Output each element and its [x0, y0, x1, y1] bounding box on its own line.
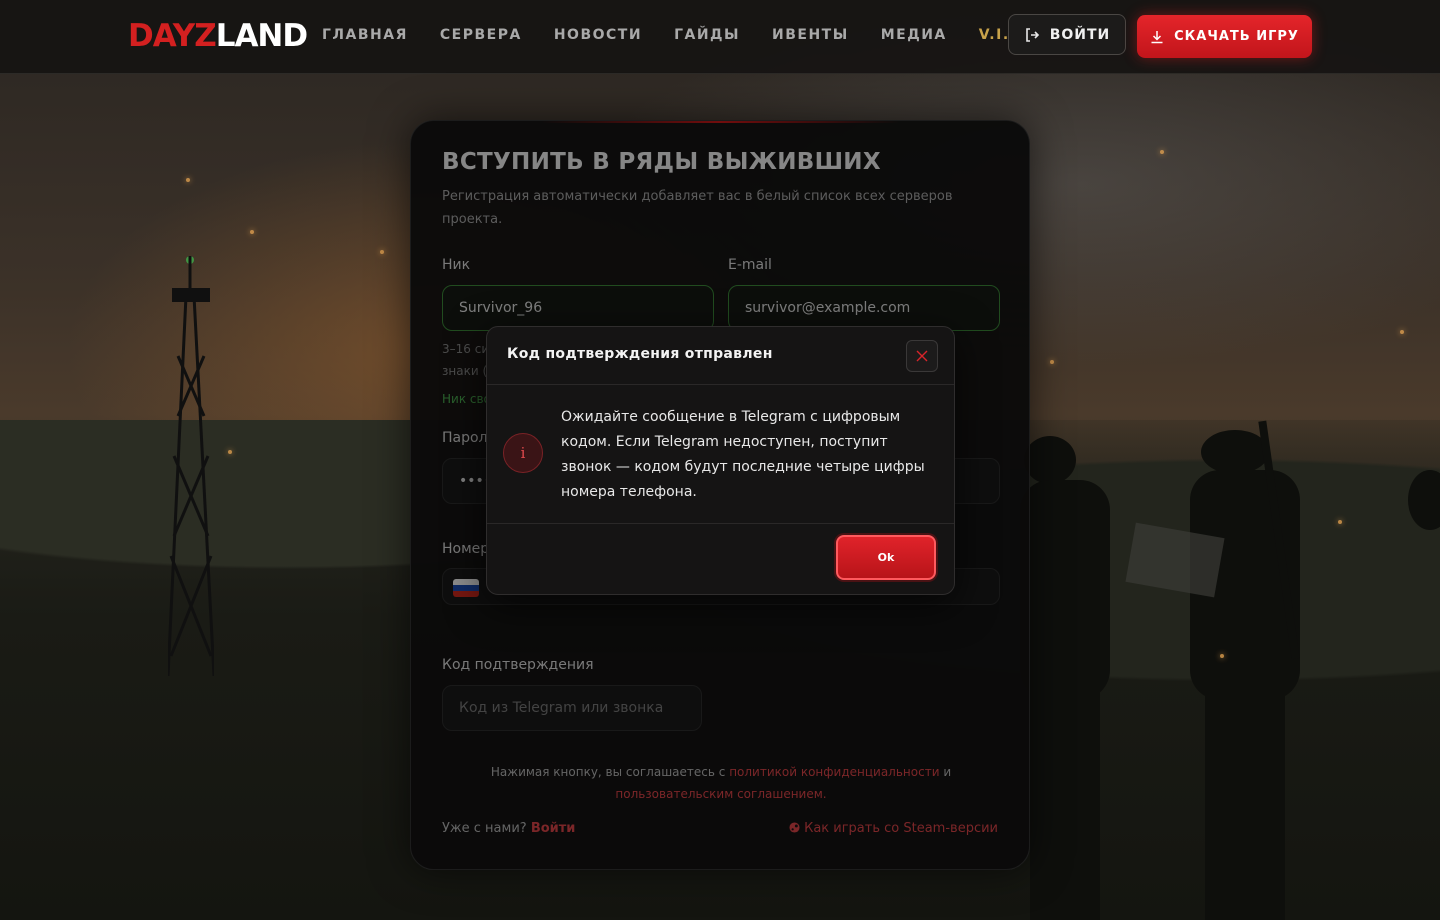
login-button-label: ВОЙТИ	[1049, 26, 1111, 43]
ember	[250, 230, 254, 234]
close-icon	[916, 350, 928, 362]
ember	[1160, 150, 1164, 154]
close-button[interactable]	[906, 340, 938, 372]
dialog-title: Код подтверждения отправлен	[507, 346, 773, 362]
login-icon	[1025, 27, 1039, 42]
download-icon	[1151, 30, 1163, 43]
dialog-message: Ожидайте сообщение в Telegram с цифровым…	[561, 409, 925, 500]
login-button[interactable]: ВОЙТИ	[1008, 14, 1126, 55]
dialog-divider	[487, 523, 954, 524]
ember	[1400, 330, 1404, 334]
code-sent-dialog: Код подтверждения отправлен i Ожидайте с…	[486, 326, 955, 595]
download-button-label: СКАЧАТЬ ИГРУ	[1174, 29, 1299, 44]
nav-guides[interactable]: ГАЙДЫ	[674, 24, 740, 46]
main-nav: ГЛАВНАЯ СЕРВЕРА НОВОСТИ ГАЙДЫ ИВЕНТЫ МЕД…	[322, 24, 1058, 46]
nav-news[interactable]: НОВОСТИ	[554, 24, 642, 46]
ember	[228, 450, 232, 454]
ember	[186, 178, 190, 182]
info-icon: i	[503, 433, 543, 473]
download-game-button[interactable]: СКАЧАТЬ ИГРУ	[1137, 15, 1312, 58]
site-logo[interactable]: DAYZLAND	[128, 18, 308, 54]
logo-text-white: LAND	[215, 18, 308, 54]
logo-text-red: DAYZ	[128, 18, 217, 54]
nav-home[interactable]: ГЛАВНАЯ	[322, 24, 408, 46]
dialog-header: Код подтверждения отправлен	[487, 327, 954, 385]
ember	[1050, 360, 1054, 364]
radio-tower-silhouette	[168, 256, 214, 676]
ember	[1220, 654, 1224, 658]
nav-servers[interactable]: СЕРВЕРА	[440, 24, 522, 46]
nav-events[interactable]: ИВЕНТЫ	[772, 24, 849, 46]
ok-button[interactable]: Ok	[836, 535, 936, 580]
top-navbar: DAYZLAND ГЛАВНАЯ СЕРВЕРА НОВОСТИ ГАЙДЫ И…	[0, 0, 1440, 74]
soldiers-silhouette	[1020, 420, 1440, 920]
nav-media[interactable]: МЕДИА	[881, 24, 947, 46]
ember	[380, 250, 384, 254]
ember	[1338, 520, 1342, 524]
